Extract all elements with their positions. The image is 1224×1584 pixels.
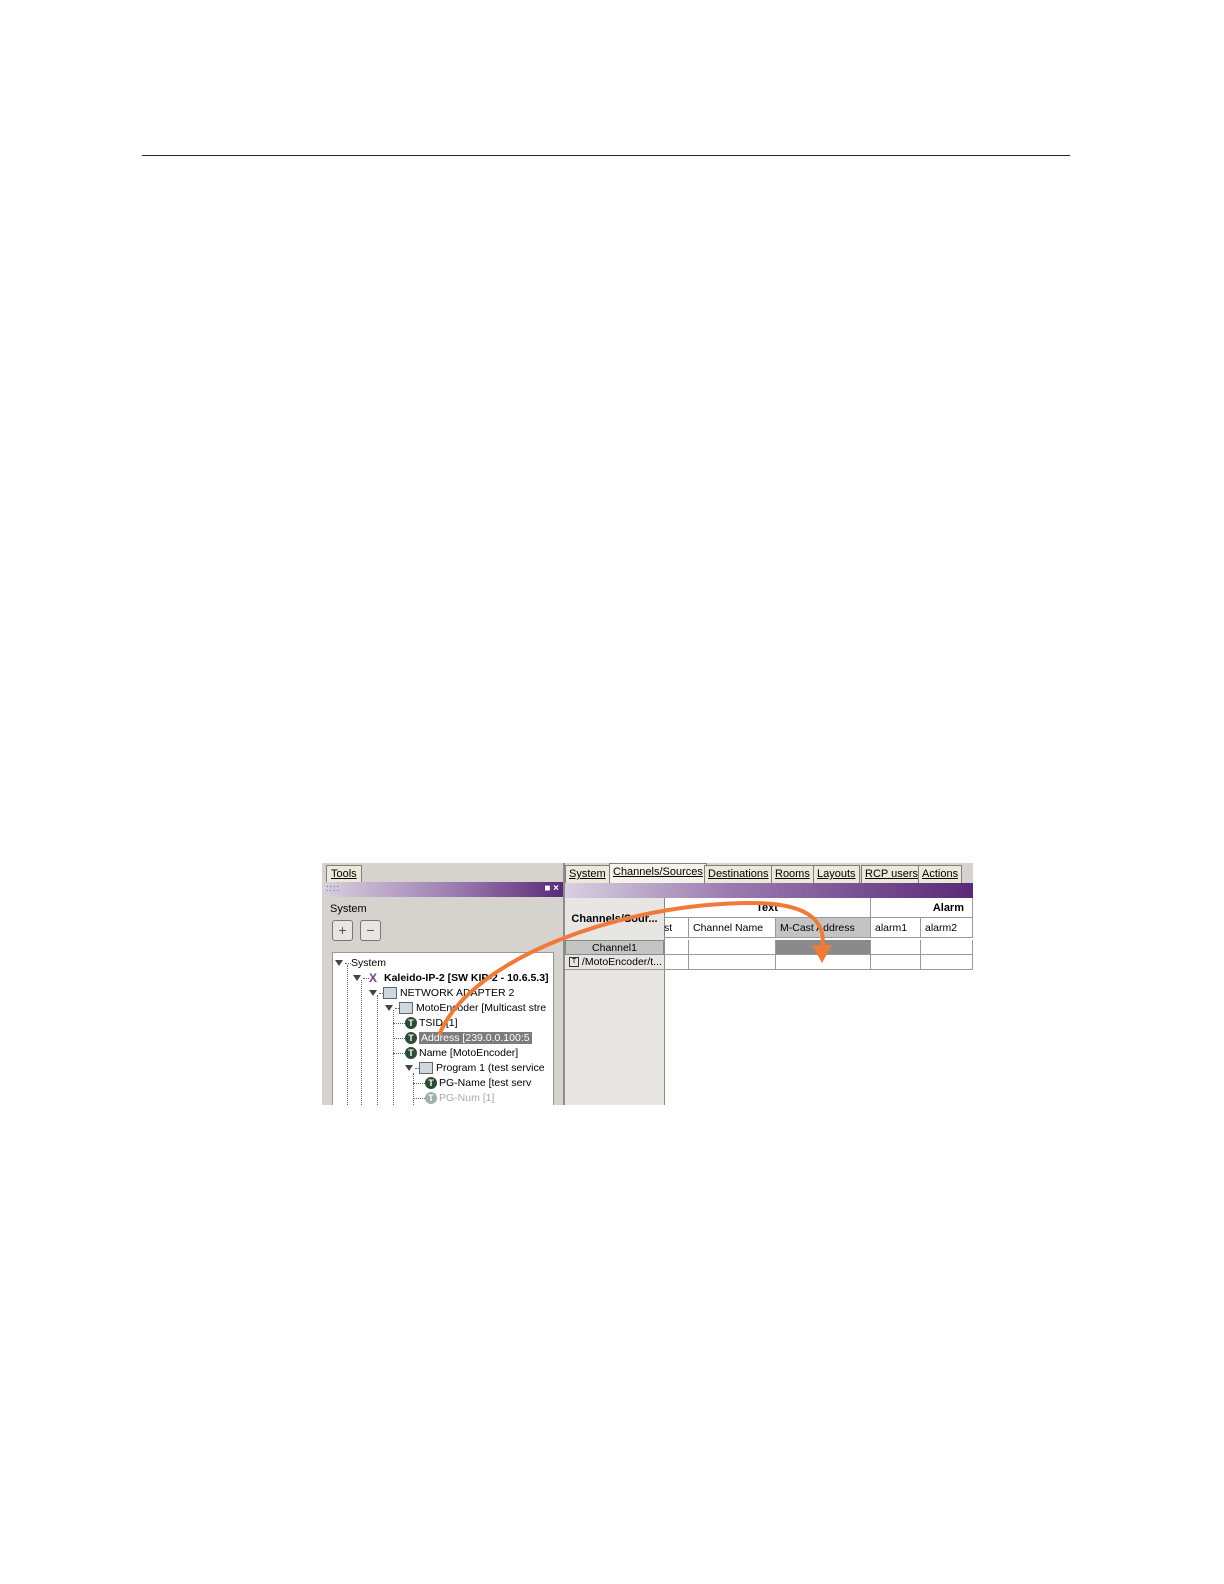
- text-param-icon: T: [405, 1017, 417, 1030]
- grid-cell[interactable]: [689, 940, 776, 955]
- grid-cell[interactable]: [689, 955, 776, 970]
- expand-triangle-icon[interactable]: [335, 960, 343, 967]
- tab-rcp-users[interactable]: RCP users: [861, 865, 922, 883]
- tree-node-kaleido[interactable]: X Kaleido-IP-2 [SW KIP-2 - 10.6.5.3]: [353, 971, 549, 985]
- drag-grip-icon[interactable]: ::::: [326, 883, 340, 893]
- tree-node-name[interactable]: T Name [MotoEncoder]: [393, 1046, 518, 1060]
- tools-panel: Tools :::: ■ × System + − System X Kaleid…: [322, 863, 565, 1105]
- row-header-column: Channels/Sour... Channel1 T /MotoEncoder…: [565, 898, 665, 1105]
- column-header-st[interactable]: st: [664, 918, 689, 938]
- multiviewer-icon: X: [369, 970, 378, 985]
- window-buttons[interactable]: ■ ×: [544, 883, 559, 894]
- column-header-channel-name[interactable]: Channel Name: [689, 918, 776, 938]
- grid-cell-mcast-target[interactable]: [776, 940, 871, 955]
- tab-bar: System Channels/Sources Destinations Roo…: [565, 863, 973, 883]
- tools-title-bar: :::: ■ ×: [322, 882, 563, 897]
- tree-node-system[interactable]: System: [335, 956, 386, 970]
- tab-destinations[interactable]: Destinations: [704, 865, 773, 883]
- page-top-rule: [142, 155, 1070, 156]
- expand-triangle-icon[interactable]: [369, 990, 377, 997]
- grid-cell[interactable]: [871, 955, 921, 970]
- expand-triangle-icon[interactable]: [353, 975, 361, 982]
- stream-icon: [399, 1002, 413, 1015]
- text-param-icon: T: [425, 1077, 437, 1090]
- system-section-label: System: [330, 903, 367, 915]
- system-tree: System X Kaleido-IP-2 [SW KIP-2 - 10.6.5.…: [332, 952, 554, 1105]
- group-header-text: Text: [664, 898, 871, 918]
- collapse-all-button[interactable]: −: [360, 920, 381, 941]
- tree-node-motoencoder[interactable]: MotoEncoder [Multicast stre: [385, 1001, 546, 1015]
- grid-cell[interactable]: [921, 955, 973, 970]
- tab-system[interactable]: System: [565, 865, 610, 883]
- program-icon: [419, 1062, 433, 1075]
- tree-node-address[interactable]: T Address [239.0.0.100:5: [393, 1031, 532, 1045]
- text-param-icon: T: [425, 1092, 437, 1105]
- row-header-source[interactable]: T /MotoEncoder/t...: [565, 955, 664, 970]
- tree-node-network-adapter[interactable]: NETWORK ADAPTER 2: [369, 986, 514, 1000]
- grid-cell[interactable]: [921, 940, 973, 955]
- expand-triangle-icon[interactable]: [385, 1005, 393, 1012]
- text-param-icon: T: [405, 1047, 417, 1060]
- column-header-alarm1[interactable]: alarm1: [871, 918, 921, 938]
- source-icon: T: [569, 957, 579, 968]
- tab-tools[interactable]: Tools: [326, 865, 362, 882]
- panel-title-bar: [565, 883, 973, 898]
- row-header-channel1[interactable]: Channel1: [565, 940, 664, 955]
- column-header-mcast-address[interactable]: M-Cast Address: [776, 918, 871, 938]
- ui-screenshot: Tools :::: ■ × System + − System X Kaleid…: [322, 863, 973, 1105]
- network-adapter-icon: [383, 987, 397, 1000]
- tab-layouts[interactable]: Layouts: [813, 865, 860, 883]
- channels-panel: System Channels/Sources Destinations Roo…: [565, 863, 973, 1105]
- tab-actions[interactable]: Actions: [918, 865, 963, 883]
- grid-cell[interactable]: [664, 955, 689, 970]
- text-param-icon: T: [405, 1032, 417, 1045]
- group-header-alarm: Alarm: [871, 898, 973, 918]
- tree-node-pg-num[interactable]: T PG-Num [1]: [413, 1091, 494, 1105]
- expand-triangle-icon[interactable]: [405, 1065, 413, 1072]
- corner-header[interactable]: Channels/Sour...: [565, 898, 664, 941]
- grid-cell[interactable]: [776, 955, 871, 970]
- grid-cell[interactable]: [664, 940, 689, 955]
- grid-cell[interactable]: [871, 940, 921, 955]
- tab-channels-sources[interactable]: Channels/Sources: [609, 863, 707, 883]
- expand-all-button[interactable]: +: [332, 920, 353, 941]
- tree-node-tsid[interactable]: T TSID [1]: [393, 1016, 458, 1030]
- tab-rooms[interactable]: Rooms: [771, 865, 814, 883]
- tree-node-program1[interactable]: Program 1 (test service: [405, 1061, 545, 1075]
- channels-grid: Channels/Sour... Channel1 T /MotoEncoder…: [565, 898, 973, 1105]
- tree-node-pg-name[interactable]: T PG-Name [test serv: [413, 1076, 531, 1090]
- column-header-alarm2[interactable]: alarm2: [921, 918, 973, 938]
